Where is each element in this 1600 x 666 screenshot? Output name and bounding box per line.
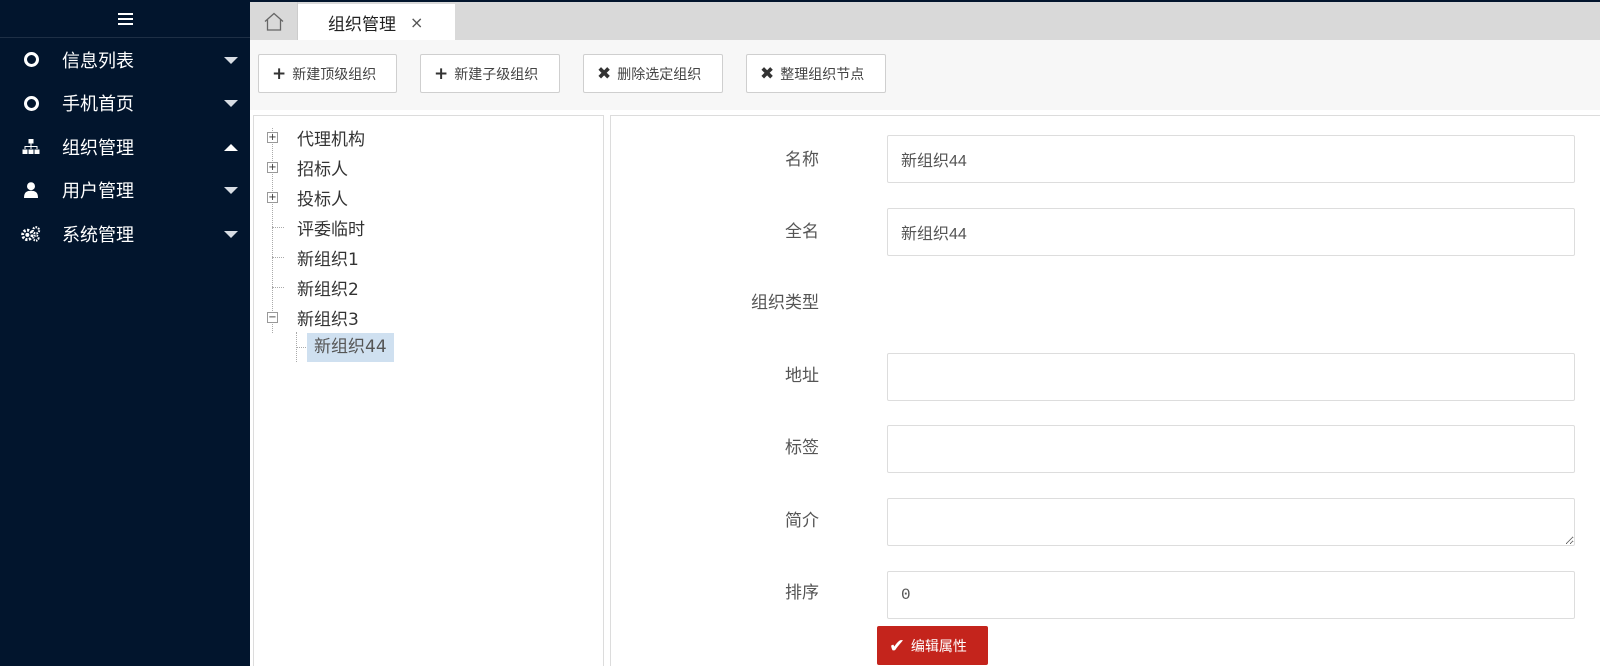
circle-o-icon bbox=[21, 50, 41, 70]
tree-node-label[interactable]: 招标人 bbox=[297, 155, 348, 180]
check-icon: ✔ bbox=[889, 634, 905, 657]
tree-node-label[interactable]: 代理机构 bbox=[297, 125, 365, 150]
tree-collapse-toggle[interactable]: − bbox=[267, 312, 278, 323]
sidebar-item-user-management[interactable]: 用户管理 bbox=[0, 169, 250, 213]
sidebar-item-label: 信息列表 bbox=[62, 50, 134, 72]
plus-icon: + bbox=[272, 63, 287, 84]
name-label: 名称 bbox=[785, 150, 819, 170]
tree-node-label[interactable]: 新组织1 bbox=[297, 245, 359, 270]
tree-line bbox=[272, 227, 284, 228]
caret-up-icon bbox=[224, 143, 238, 151]
tree-expand-toggle[interactable]: + bbox=[267, 132, 278, 143]
tab-org-management[interactable]: 组织管理 × bbox=[298, 4, 455, 40]
new-child-org-button[interactable]: + 新建子级组织 bbox=[420, 54, 560, 93]
button-label: 删除选定组织 bbox=[617, 66, 702, 83]
tree-expand-toggle[interactable]: + bbox=[267, 162, 278, 173]
tags-label: 标签 bbox=[785, 438, 819, 458]
delete-selected-org-button[interactable]: ✖ 删除选定组织 bbox=[583, 54, 723, 93]
caret-down-icon bbox=[224, 187, 238, 195]
times-icon: ✖ bbox=[760, 63, 775, 84]
tree-line bbox=[272, 257, 284, 258]
sidebar-item-label: 用户管理 bbox=[62, 181, 134, 203]
times-icon: ✖ bbox=[597, 63, 612, 84]
hamburger-menu-icon[interactable] bbox=[117, 12, 133, 25]
button-label: 整理组织节点 bbox=[780, 66, 865, 83]
tree-node-label[interactable]: 新组织2 bbox=[297, 275, 359, 300]
tree-expand-toggle[interactable]: + bbox=[267, 192, 278, 203]
address-field[interactable] bbox=[887, 353, 1575, 401]
intro-textarea[interactable] bbox=[887, 498, 1575, 546]
tree-line bbox=[272, 128, 273, 333]
order-field[interactable] bbox=[887, 571, 1575, 619]
close-icon[interactable]: × bbox=[410, 13, 423, 32]
org-properties-form: 名称 全名 组织类型 地址 标签 简介 排序 ✔ 编辑属性 bbox=[610, 115, 1600, 666]
caret-down-icon bbox=[224, 230, 238, 238]
caret-down-icon bbox=[224, 100, 238, 108]
user-icon bbox=[21, 180, 41, 200]
button-label: 新建子级组织 bbox=[454, 66, 539, 83]
fullname-field[interactable] bbox=[887, 208, 1575, 256]
org-type-label: 组织类型 bbox=[751, 293, 819, 313]
edit-properties-button[interactable]: ✔ 编辑属性 bbox=[877, 626, 988, 665]
circle-o-icon bbox=[21, 93, 41, 113]
button-label: 新建顶级组织 bbox=[292, 66, 377, 83]
tree-node-label[interactable]: 新组织3 bbox=[297, 305, 359, 330]
tree-node-label[interactable]: 评委临时 bbox=[297, 215, 365, 240]
button-label: 编辑属性 bbox=[910, 638, 967, 655]
arrange-org-nodes-button[interactable]: ✖ 整理组织节点 bbox=[746, 54, 886, 93]
home-icon bbox=[264, 12, 283, 31]
tab-home[interactable] bbox=[250, 2, 298, 40]
sitemap-icon bbox=[21, 137, 41, 157]
cogs-icon bbox=[21, 224, 41, 244]
plus-icon: + bbox=[434, 63, 449, 84]
sidebar-item-org-management[interactable]: 组织管理 bbox=[0, 125, 250, 169]
toolbar: + 新建顶级组织 + 新建子级组织 ✖ 删除选定组织 ✖ 整理组织节点 bbox=[250, 40, 1600, 110]
sidebar: 信息列表 手机首页 组织管理 用户管理 系统管理 bbox=[0, 0, 250, 666]
intro-label: 简介 bbox=[785, 511, 819, 531]
sidebar-header bbox=[0, 0, 250, 38]
name-field[interactable] bbox=[887, 135, 1575, 183]
sidebar-item-label: 系统管理 bbox=[62, 224, 134, 246]
sidebar-item-system-management[interactable]: 系统管理 bbox=[0, 212, 250, 256]
tree-line bbox=[272, 287, 284, 288]
tags-field[interactable] bbox=[887, 425, 1575, 473]
org-tree-panel: + 代理机构 + 招标人 + 投标人 评委临时 新组织1 新组织2 − 新组织3… bbox=[253, 115, 604, 666]
sidebar-item-info-list[interactable]: 信息列表 bbox=[0, 38, 250, 82]
sidebar-item-mobile-home[interactable]: 手机首页 bbox=[0, 82, 250, 126]
tree-node-label-selected[interactable]: 新组织44 bbox=[307, 333, 394, 362]
tree-node-label[interactable]: 投标人 bbox=[297, 185, 348, 210]
sidebar-item-label: 组织管理 bbox=[62, 137, 134, 159]
tab-bar: 组织管理 × bbox=[250, 0, 1600, 40]
order-label: 排序 bbox=[785, 583, 819, 603]
sidebar-item-label: 手机首页 bbox=[62, 94, 134, 116]
address-label: 地址 bbox=[785, 366, 819, 386]
new-top-org-button[interactable]: + 新建顶级组织 bbox=[258, 54, 397, 93]
tab-label: 组织管理 bbox=[328, 14, 396, 35]
caret-down-icon bbox=[224, 56, 238, 64]
fullname-label: 全名 bbox=[785, 222, 819, 242]
